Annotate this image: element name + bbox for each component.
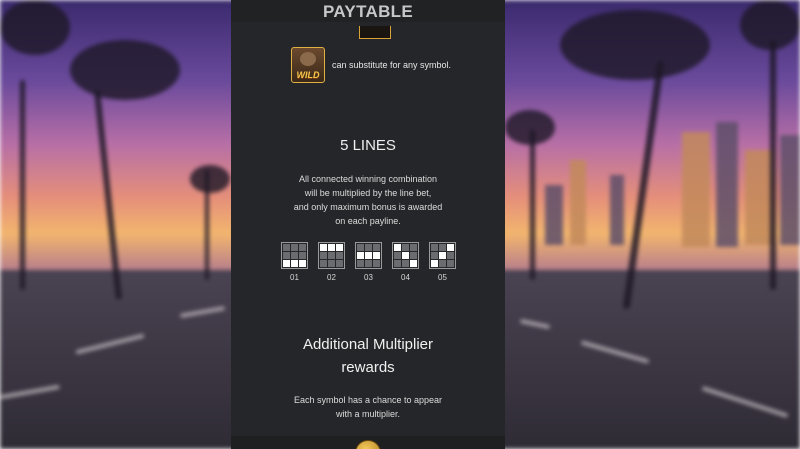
paytable-title: PAYTABLE (231, 0, 505, 22)
payline-cell-active (320, 244, 327, 251)
payline-grid-icon (318, 242, 345, 269)
payline-grid-icon (392, 242, 419, 269)
palm-tree-fronds (0, 0, 70, 55)
payline-cell (291, 244, 298, 251)
multiplier-description: Each symbol has a chance to appear with … (261, 393, 475, 421)
payline-grid-icon (429, 242, 456, 269)
payline-cell (320, 260, 327, 267)
payline-cell (328, 252, 335, 259)
payline-item: 01 (281, 242, 308, 282)
payline-cell (410, 252, 417, 259)
building-silhouette (682, 132, 710, 247)
building-silhouette (780, 135, 800, 245)
building-silhouette (610, 175, 624, 245)
payline-number: 03 (364, 273, 373, 282)
payline-list: 01 02 03 04 05 (281, 242, 456, 282)
payline-cell (410, 244, 417, 251)
payline-grid-icon (281, 242, 308, 269)
payline-cell (336, 260, 343, 267)
building-silhouette (570, 160, 586, 245)
payline-cell (447, 252, 454, 259)
palm-tree-fronds (740, 0, 800, 50)
building-silhouette (545, 185, 563, 245)
payline-number: 02 (327, 273, 336, 282)
lines-description-line: and only maximum bonus is awarded (293, 202, 443, 212)
payline-cell (402, 260, 409, 267)
wild-icon-label: WILD (296, 70, 320, 80)
payline-cell (365, 244, 372, 251)
palm-tree-trunk (770, 40, 776, 290)
payline-item: 04 (392, 242, 419, 282)
payline-cell (299, 244, 306, 251)
building-silhouette (716, 122, 738, 247)
palm-tree-fronds (190, 165, 230, 193)
multiplier-description-line: Each symbol has a chance to appear (293, 395, 443, 405)
palm-tree-trunk (530, 130, 535, 280)
payline-cell (402, 244, 409, 251)
palm-tree-fronds (70, 40, 180, 100)
wild-character-face (300, 52, 316, 66)
palm-tree-trunk (20, 80, 25, 290)
symbol-frame-partial (359, 26, 391, 39)
multiplier-heading-line: Additional Multiplier (302, 336, 434, 353)
payline-cell-active (336, 244, 343, 251)
palm-tree-fronds (505, 110, 555, 145)
payline-cell-active (410, 260, 417, 267)
payline-cell (373, 244, 380, 251)
lines-description-line: will be multiplied by the line bet, (304, 188, 432, 198)
payline-cell-active (328, 244, 335, 251)
payline-cell (439, 244, 446, 251)
payline-item: 05 (429, 242, 456, 282)
payline-number: 04 (401, 273, 410, 282)
payline-cell (447, 260, 454, 267)
lines-description: All connected winning combination will b… (261, 172, 475, 228)
payline-number: 05 (438, 273, 447, 282)
payline-cell (357, 260, 364, 267)
lines-description-line: All connected winning combination (298, 174, 438, 184)
payline-cell-active (447, 244, 454, 251)
payline-cell-active (283, 260, 290, 267)
wild-symbol-icon: WILD (291, 47, 325, 83)
payline-cell-active (439, 252, 446, 259)
multiplier-heading-line: rewards (341, 359, 395, 376)
payline-cell-active (299, 260, 306, 267)
payline-cell-active (365, 252, 372, 259)
lines-description-line: on each payline. (335, 216, 401, 226)
payline-cell (336, 252, 343, 259)
paytable-panel[interactable]: PAYTABLE WILD can substitute for any sym… (231, 0, 505, 449)
payline-cell (283, 252, 290, 259)
multiplier-heading: Additional Multiplier rewards (231, 333, 505, 379)
payline-cell (439, 260, 446, 267)
payline-item: 03 (355, 242, 382, 282)
payline-number: 01 (290, 273, 299, 282)
payline-cell (291, 252, 298, 259)
payline-cell-active (394, 244, 401, 251)
wild-description: can substitute for any symbol. (332, 60, 452, 70)
payline-cell (373, 260, 380, 267)
payline-item: 02 (318, 242, 345, 282)
palm-tree-trunk (94, 90, 122, 300)
payline-cell-active (291, 260, 298, 267)
payline-cell (431, 244, 438, 251)
payline-grid-icon (355, 242, 382, 269)
payline-cell (283, 244, 290, 251)
payline-cell (431, 252, 438, 259)
lines-heading: 5 LINES (340, 137, 396, 154)
payline-cell (328, 260, 335, 267)
payline-cell (394, 260, 401, 267)
payline-cell-active (402, 252, 409, 259)
wild-symbol-row: WILD can substitute for any symbol. (291, 46, 451, 84)
payline-cell (365, 260, 372, 267)
palm-tree-fronds (560, 10, 710, 80)
payline-cell-active (373, 252, 380, 259)
payline-cell (320, 252, 327, 259)
payline-cell (299, 252, 306, 259)
payline-cell-active (357, 252, 364, 259)
payline-cell (357, 244, 364, 251)
multiplier-description-line: with a multiplier. (335, 409, 401, 419)
payline-cell-active (431, 260, 438, 267)
payline-cell (394, 252, 401, 259)
